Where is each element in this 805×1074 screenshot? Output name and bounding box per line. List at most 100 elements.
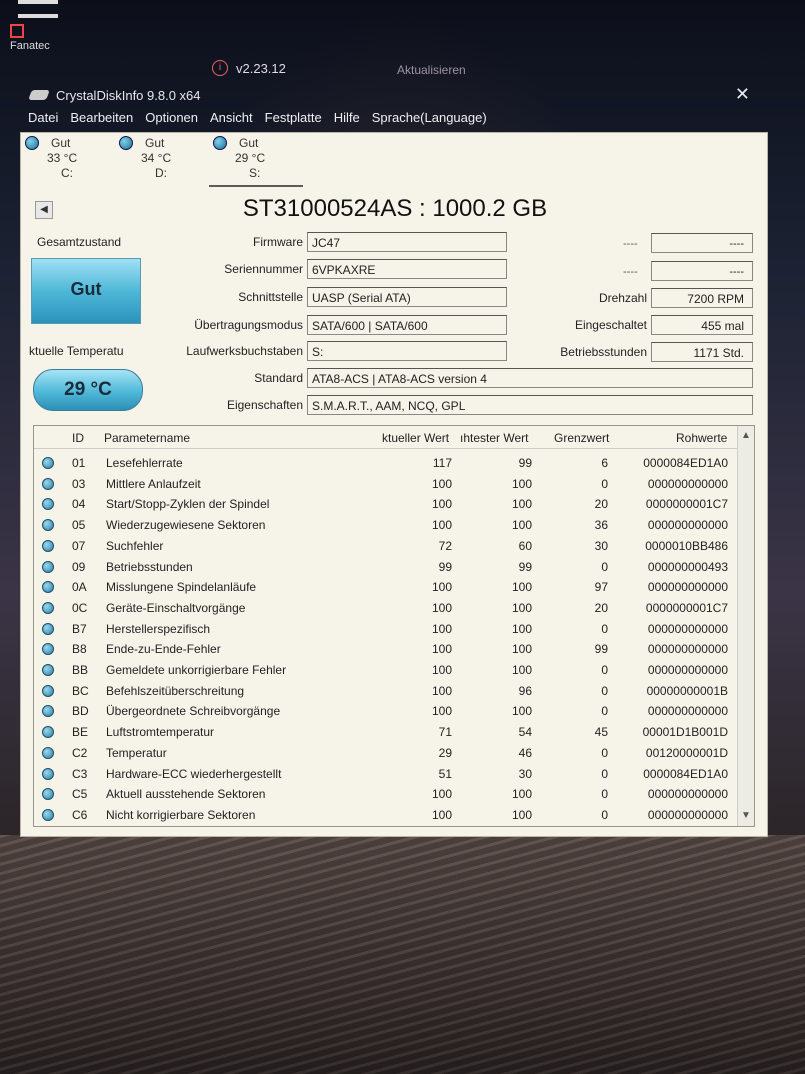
refresh-label[interactable]: Aktualisieren [397, 63, 466, 77]
close-icon[interactable]: ✕ [735, 84, 750, 105]
status-led-icon [42, 519, 54, 532]
fanatec-label: Fanatec [10, 40, 50, 52]
smart-row[interactable]: 07 Suchfehler 72 60 30 0000010BB486 [34, 536, 754, 557]
smart-name: Ende-zu-Ende-Fehler [106, 642, 221, 657]
smart-id: C6 [72, 807, 88, 822]
window-titlebar[interactable]: CrystalDiskInfo 9.8.0 x64 ✕ [28, 82, 770, 108]
smart-row[interactable]: 01 Lesefehlerrate 117 99 6 0000084ED1A0 [34, 453, 754, 474]
smart-name: Übergeordnete Schreibvorgänge [106, 704, 281, 719]
col-id[interactable]: ID [72, 431, 84, 445]
power-on-hours-value: 1171 Std. [651, 342, 753, 362]
smart-raw: 000000000000 [647, 642, 728, 657]
info-icon[interactable]: i [212, 60, 228, 76]
status-led-icon [42, 808, 54, 821]
smart-raw: 00001D1B001D [642, 725, 728, 740]
smart-id: 01 [72, 456, 86, 470]
drive-status: Gut [239, 136, 259, 150]
drive-c[interactable]: Gut 33 °C C: [21, 133, 115, 185]
smart-name: Suchfehler [106, 538, 164, 553]
menu-festplatte[interactable]: Festplatte [265, 110, 322, 130]
smart-threshold: 0 [601, 559, 608, 574]
smart-row[interactable]: BC Befehlszeitüberschreitung 100 96 0 0000000… [34, 681, 754, 702]
smart-row[interactable]: 0C Geräte-Einschaltvorgänge 100 100 20 000000… [34, 598, 754, 619]
smart-id: 0C [72, 600, 88, 615]
scroll-up-icon[interactable]: ▲ [738, 428, 754, 444]
menu-datei[interactable]: Datei [28, 110, 58, 130]
smart-row[interactable]: B8 Ende-zu-Ende-Fehler 100 100 99 00000000000… [34, 639, 754, 660]
main-window: Gut 33 °C C: Gut 34 °C D: Gut 29 °C S: ◀… [20, 132, 768, 837]
smart-worst: 54 [518, 725, 532, 740]
col-worst[interactable]: ıhtester Wert [460, 431, 528, 445]
smart-row[interactable]: 09 Betriebsstunden 99 99 0 000000000493 [34, 557, 754, 578]
col-current[interactable]: ktueller Wert [382, 431, 449, 445]
smart-row[interactable]: C6 Nicht korrigierbare Sektoren 100 100 0 000… [34, 805, 754, 826]
drive-selector: Gut 33 °C C: Gut 34 °C D: Gut 29 °C S: [21, 133, 767, 187]
smart-row[interactable]: 05 Wiederzugewiesene Sektoren 100 100 36 0000… [34, 515, 754, 536]
table-scrollbar[interactable]: ▲ ▼ [737, 426, 754, 826]
smart-name: Herstellerspezifisch [106, 621, 211, 636]
drive-temp: 29 °C [235, 151, 266, 165]
smart-table[interactable]: ID Parametername ktueller Wert ıhtester … [33, 425, 755, 827]
scroll-down-icon[interactable]: ▼ [738, 808, 754, 824]
smart-raw: 00000000001B [646, 683, 728, 698]
smart-worst: 100 [511, 580, 532, 595]
unused-value-1: ---- [651, 233, 753, 253]
smart-row[interactable]: C2 Temperatur 29 46 0 00120000001D [34, 743, 754, 764]
smart-id: C5 [72, 787, 88, 802]
smart-name: Nicht korrigierbare Sektoren [106, 807, 256, 822]
smart-row[interactable]: BD Übergeordnete Schreibvorgänge 100 100 0 00… [34, 701, 754, 722]
drive-temp: 33 °C [47, 151, 78, 165]
fanatec-desktop-icon[interactable]: Fanatec [10, 0, 58, 52]
smart-current: 72 [438, 538, 452, 553]
temperature-value[interactable]: 29 °C [33, 369, 143, 411]
smart-row[interactable]: C5 Aktuell ausstehende Sektoren 100 100 0 000… [34, 784, 754, 805]
menu-optionen[interactable]: Optionen [145, 110, 198, 130]
smart-current: 100 [431, 621, 452, 636]
smart-threshold: 30 [594, 538, 608, 553]
col-threshold[interactable]: Grenzwert [554, 431, 609, 445]
smart-id: C2 [72, 745, 88, 760]
smart-raw: 000000000000 [647, 807, 728, 822]
model-bar: ◀ ST31000524AS : 1000.2 GB [31, 193, 759, 227]
smart-row[interactable]: B7 Herstellerspezifisch 100 100 0 00000000000… [34, 619, 754, 640]
smart-row[interactable]: 0A Misslungene Spindelanläufe 100 100 97 0000… [34, 577, 754, 598]
menu-sprache[interactable]: Sprache(Language) [372, 110, 487, 130]
smart-current: 51 [438, 766, 452, 781]
unused-label-1: ---- [623, 238, 638, 250]
smart-raw: 0000000001C7 [645, 497, 728, 512]
smart-row[interactable]: 03 Mittlere Anlaufzeit 100 100 0 000000000000 [34, 474, 754, 495]
smart-row[interactable]: 04 Start/Stopp-Zyklen der Spindel 100 100 20… [34, 494, 754, 515]
smart-raw: 000000000493 [647, 559, 728, 574]
smart-threshold: 0 [601, 787, 608, 802]
status-led-icon [42, 498, 54, 511]
smart-worst: 100 [511, 807, 532, 822]
col-raw[interactable]: Rohwerte [676, 431, 727, 445]
col-name[interactable]: Parametername [104, 431, 190, 445]
drive-s[interactable]: Gut 29 °C S: [209, 133, 303, 187]
smart-raw: 00120000001D [645, 745, 728, 760]
status-led-icon [42, 767, 54, 780]
status-led-icon [42, 622, 54, 635]
drive-d[interactable]: Gut 34 °C D: [115, 133, 209, 185]
menu-bearbeiten[interactable]: Bearbeiten [70, 110, 133, 130]
desktop-wallpaper [0, 835, 805, 1074]
smart-name: Gemeldete unkorrigierbare Fehler [106, 663, 287, 677]
menu-hilfe[interactable]: Hilfe [334, 110, 360, 130]
menu-ansicht[interactable]: Ansicht [210, 110, 253, 130]
drive-temp: 34 °C [141, 151, 172, 165]
smart-row[interactable]: C3 Hardware-ECC wiederhergestellt 51 30 0 000… [34, 764, 754, 785]
smart-row[interactable]: BE Luftstromtemperatur 71 54 45 00001D1B001D [34, 722, 754, 743]
transfer-mode-value: SATA/600 | SATA/600 [307, 315, 507, 335]
smart-worst: 100 [511, 518, 532, 533]
smart-name: Misslungene Spindelanläufe [106, 580, 257, 595]
status-led-icon [42, 664, 54, 676]
status-led-icon [42, 581, 54, 594]
smart-id: BD [72, 704, 89, 719]
health-status-button[interactable]: Gut [31, 258, 141, 324]
smart-row[interactable]: BB Gemeldete unkorrigierbare Fehler 100 100… [34, 660, 754, 681]
status-led-icon [42, 457, 54, 469]
smart-current: 100 [431, 476, 452, 491]
status-led-icon [213, 136, 227, 150]
window-title: CrystalDiskInfo 9.8.0 x64 [56, 87, 201, 103]
smart-worst: 100 [511, 476, 532, 491]
